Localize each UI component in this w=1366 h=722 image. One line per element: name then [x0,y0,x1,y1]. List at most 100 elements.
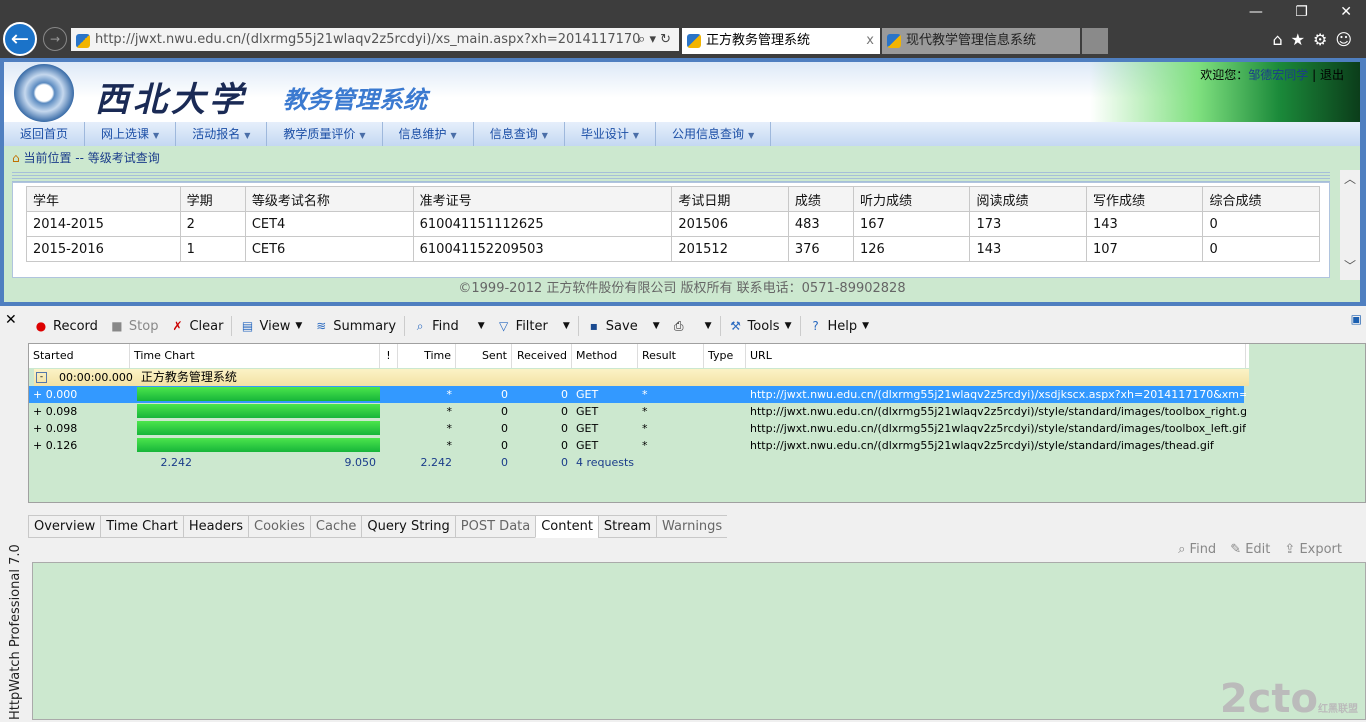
user-link[interactable]: 邹德宏同学 [1248,68,1308,82]
column-header[interactable]: URL [746,344,1246,368]
cell-started: + 0.098 [33,405,78,418]
new-tab-button[interactable] [1082,28,1108,54]
content-find-button[interactable]: ⌕ Find [1178,542,1216,557]
request-row[interactable]: + 0.126 * 0 0 GET * http://jwxt.nwu.edu.cn/(dl… [29,437,1244,454]
nav-item[interactable]: 毕业设计 ▼ [565,122,657,146]
tab-warnings[interactable]: Warnings [655,515,728,538]
nav-item[interactable]: 教学质量评价 ▼ [267,122,383,146]
cell-type [704,386,746,403]
tab-query-string[interactable]: Query String [361,515,455,538]
cell-result: * [642,422,648,435]
export-label: Export [1299,542,1342,557]
cell-result: * [642,405,648,418]
content-edit-button[interactable]: ✎ Edit [1230,542,1270,557]
record-button[interactable]: ● Record [28,319,104,334]
cell-received: 0 [561,422,568,435]
cell-sent: 0 [501,388,508,401]
breadcrumb-text: 当前位置 -- 等级考试查询 [23,151,160,165]
tab-post-data[interactable]: POST Data [454,515,536,538]
column-header[interactable]: Time Chart [130,344,380,368]
close-tab-icon[interactable]: x [866,28,874,54]
page-group-row[interactable]: - 00:00:00.000 正方教务管理系统 [34,369,1249,386]
column-header[interactable]: Result [638,344,704,368]
nav-item[interactable]: 信息维护 ▼ [383,122,474,146]
browser-tool-icons[interactable]: ⌂★⚙☺ [1272,30,1360,49]
cell- [380,403,398,420]
view-icon: ▤ [241,319,254,333]
save-button[interactable]: ▪ Save ▼ [581,319,666,334]
stop-button[interactable]: ■ Stop [104,319,165,334]
tab-headers[interactable]: Headers [182,515,248,538]
window-controls[interactable]: — ❐ ✕ [1249,4,1352,20]
cell-started: + 0.098 [33,422,78,435]
chevron-down-icon: ▼ [541,131,548,140]
nav-item[interactable]: 网上选课 ▼ [85,122,177,146]
column-header[interactable]: Method [572,344,638,368]
column-header[interactable]: ! [380,344,398,368]
tab-cookies[interactable]: Cookies [248,515,310,538]
tab-cache[interactable]: Cache [309,515,362,538]
filter-button[interactable]: ▽ Filter ▼ [491,319,576,334]
tab-zhengfang[interactable]: 正方教务管理系统 x [682,28,880,54]
help-button[interactable]: ? Help ▼ [803,319,876,334]
nav-item[interactable]: 活动报名 ▼ [176,122,268,146]
summary-end: 9.050 [344,456,377,469]
tab-overview[interactable]: Overview [28,515,101,538]
find-button[interactable]: ⌕ Find ▼ [407,319,491,334]
column-header: 学年 [26,186,181,212]
nav-item[interactable]: 公用信息查询 ▼ [656,122,772,146]
nav-item[interactable]: 返回首页 [4,122,86,146]
request-row[interactable]: + 0.000 * 0 0 GET * http://jwxt.nwu.edu.cn/(dl… [29,386,1246,403]
cell- [380,386,398,403]
edit-label: Edit [1245,542,1271,557]
group-started: 00:00:00.000 [59,371,133,384]
cell-time: * [446,388,453,401]
column-header[interactable]: Started [29,344,130,368]
back-button[interactable]: ← [3,22,37,56]
print-button[interactable]: ⎙ ▼ [666,319,718,333]
time-chart-bar [137,387,380,401]
column-header[interactable]: Sent [456,344,512,368]
column-header[interactable]: Time [398,344,456,368]
record-icon: ● [35,319,47,333]
cell- [380,420,398,437]
logout-link[interactable]: 退出 [1320,68,1344,82]
chevron-down-icon: ▼ [153,131,160,140]
undock-icon[interactable]: ▣ [1351,312,1362,326]
nav-label: 活动报名 [192,127,241,141]
request-row[interactable]: + 0.098 * 0 0 GET * http://jwxt.nwu.edu.cn/(dl… [29,420,1246,437]
table-cell: CET6 [244,236,414,262]
tab-time-chart[interactable]: Time Chart [100,515,183,538]
record-label: Record [53,318,98,334]
summary-label: Summary [333,318,397,334]
divider-band [12,170,1330,182]
collapse-icon[interactable]: - [36,372,47,383]
page-scrollbar[interactable]: ︿ ﹀ [1340,170,1360,280]
nav-label: 教学质量评价 [283,127,356,141]
nav-item[interactable]: 信息查询 ▼ [474,122,565,146]
cell-method: GET [576,422,599,435]
tools-button[interactable]: ⚒ Tools ▼ [723,319,798,334]
nav-label: 信息查询 [489,127,538,141]
summary-button[interactable]: ≋ Summary [308,319,402,334]
search-refresh-icons[interactable]: ⌕ ▾ ↻ [638,28,671,51]
table-cell: 126 [852,236,971,262]
view-button[interactable]: ▤ View ▼ [234,319,308,334]
forward-button[interactable]: → [43,27,67,51]
exam-grade-table: 学年 学期 等级考试名称 准考证号 考试日期 成绩 听力成绩 阅读成绩 写作成绩 综合成绩 2014… [26,186,1320,262]
tab-content[interactable]: Content [535,515,598,538]
tab-modern[interactable]: 现代教学管理信息系统 [882,28,1080,54]
tab-stream[interactable]: Stream [597,515,656,538]
tab-favicon [887,34,901,48]
clear-button[interactable]: ✗ Clear [164,319,229,334]
close-panel-icon[interactable]: ✕ [5,312,17,328]
request-row[interactable]: + 0.098 * 0 0 GET * http://jwxt.nwu.edu.cn/(dl… [29,403,1246,420]
time-chart-bar [137,438,380,452]
address-bar[interactable]: http://jwxt.nwu.edu.cn/(dlxrmg55j21wlaqv… [71,28,679,51]
summary-spacer [380,454,398,471]
column-header[interactable]: Received [512,344,572,368]
column-header[interactable]: Type [704,344,746,368]
tab-favicon [687,34,701,48]
content-export-button[interactable]: ⇪ Export [1284,542,1342,557]
chevron-down-icon: ▼ [632,131,640,140]
